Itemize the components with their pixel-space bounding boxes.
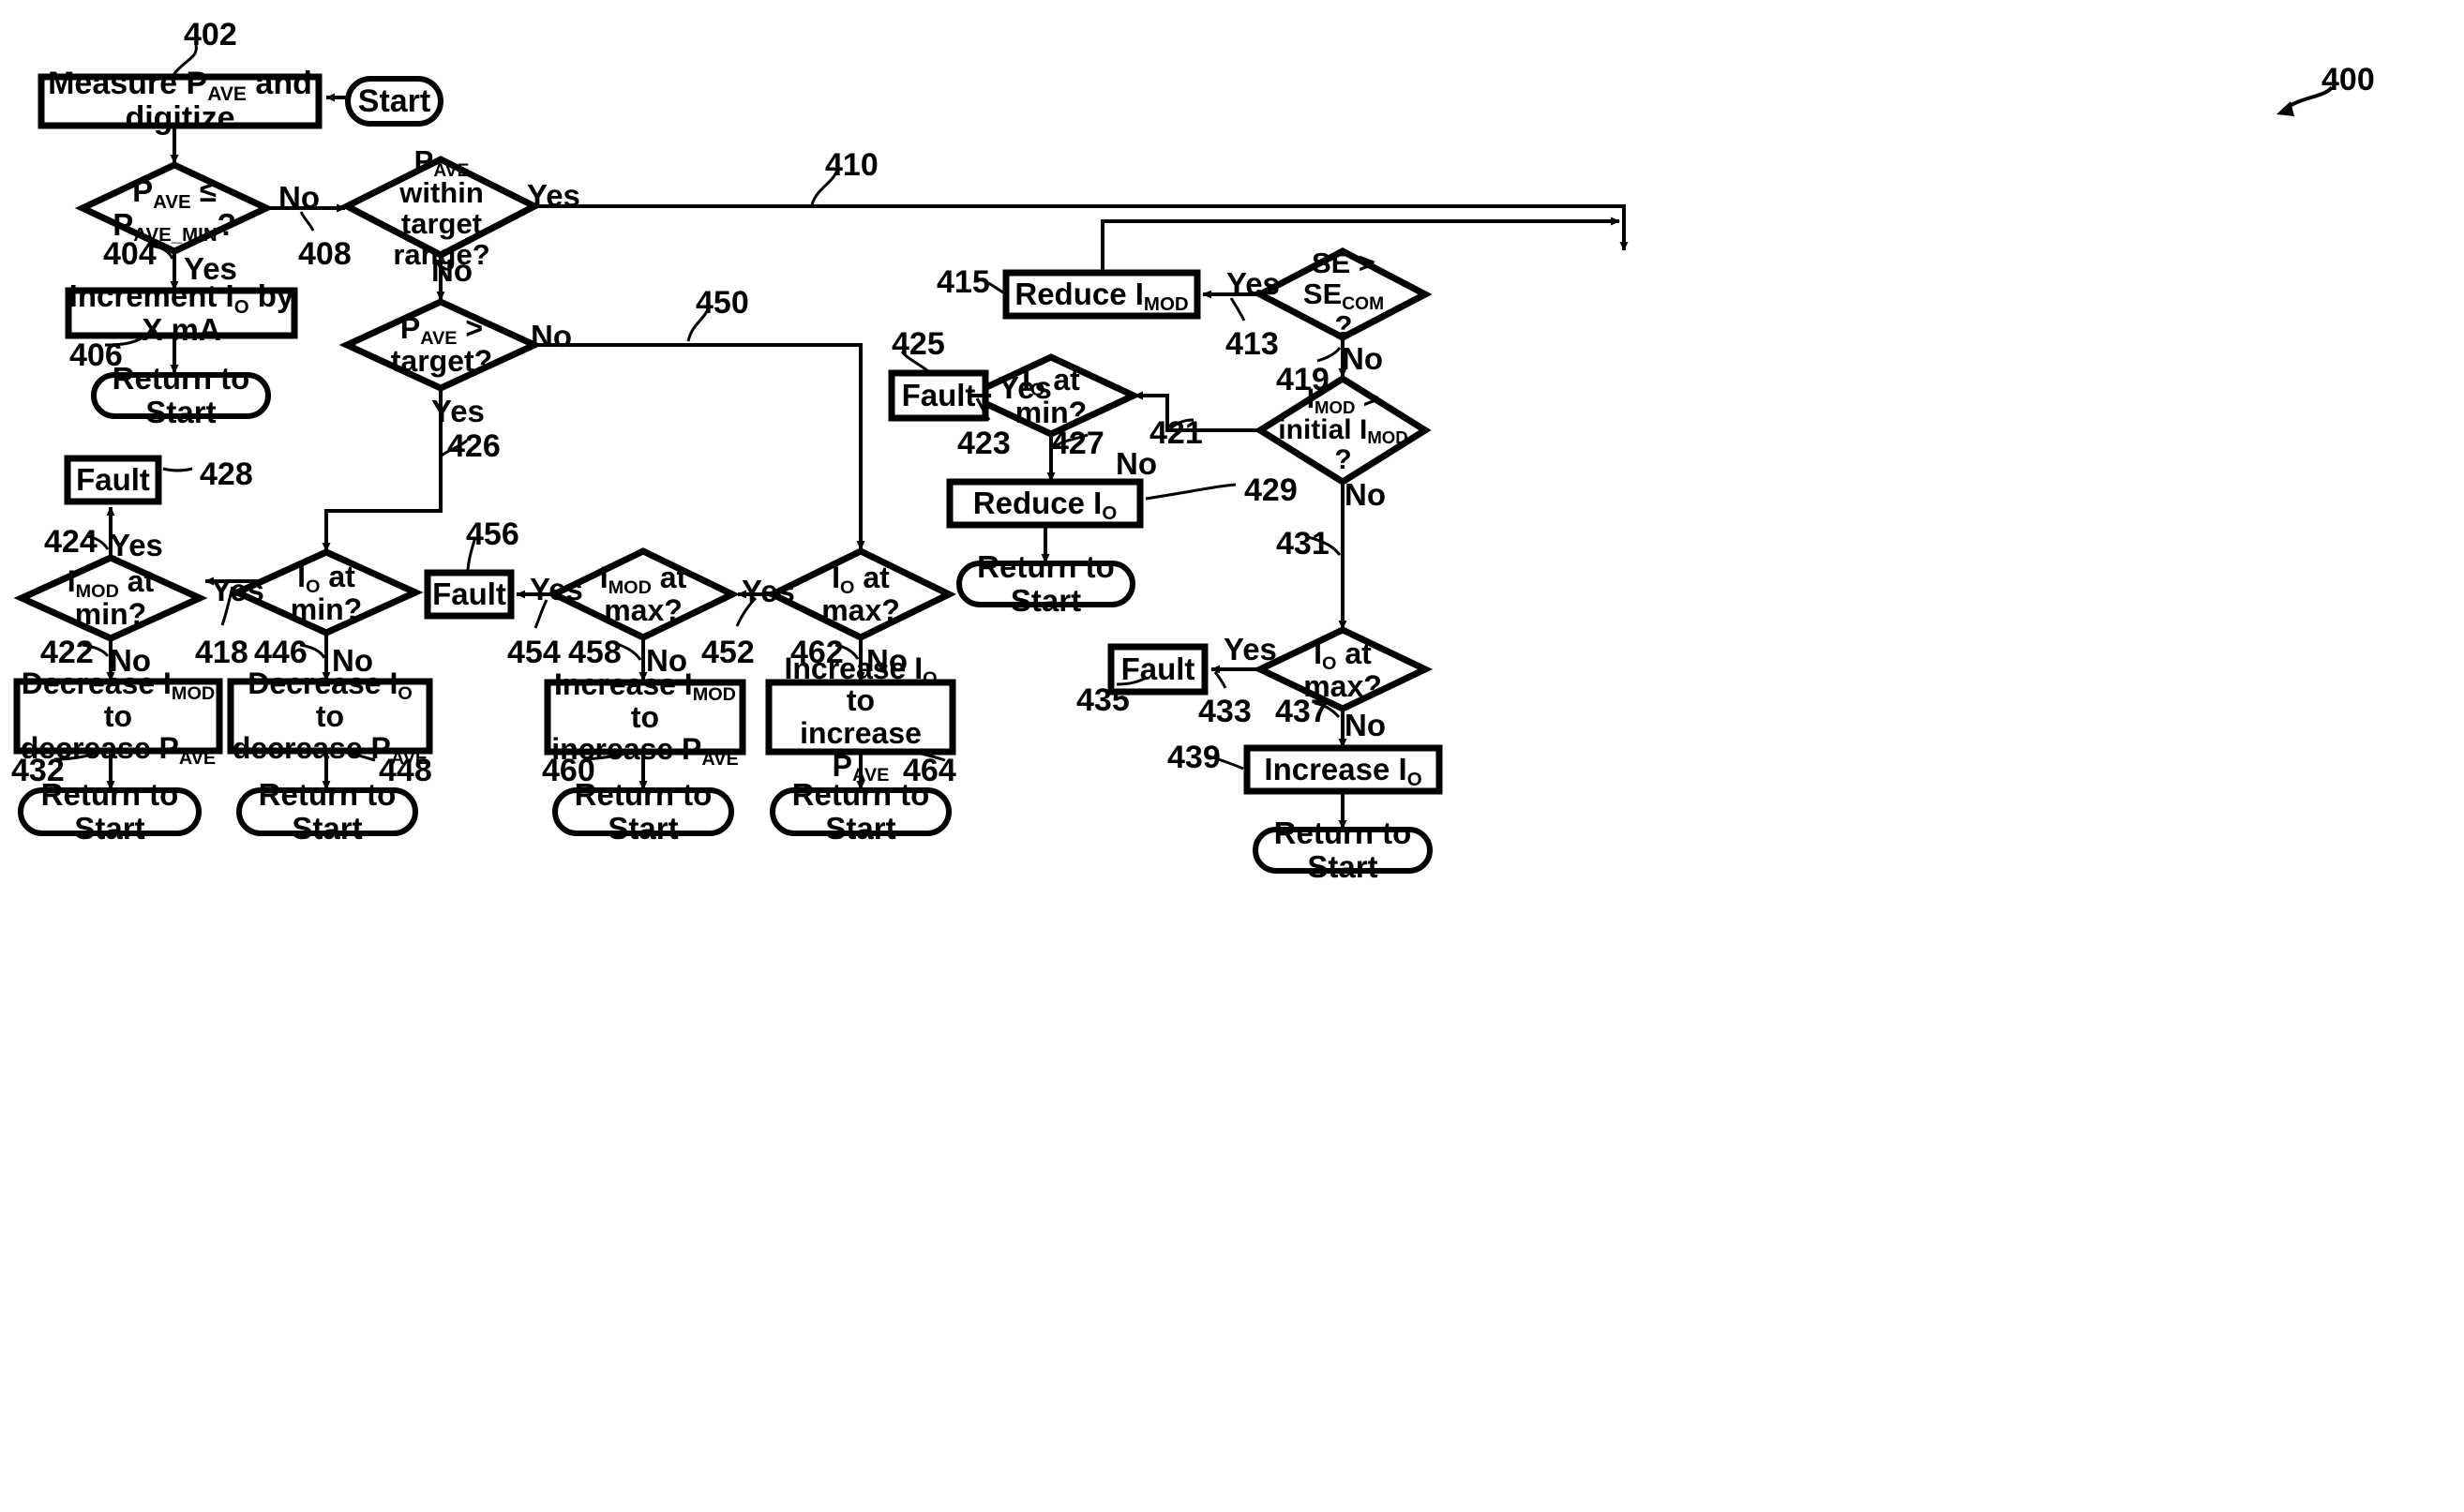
shape-increase-io-left-box [765, 679, 956, 756]
reference-number-410: 410 [825, 147, 879, 183]
reference-number-404: 404 [103, 236, 157, 272]
reference-number-426: 426 [447, 428, 501, 464]
edge-label-no-e10: No [1116, 446, 1157, 481]
reference-number-424: 424 [44, 524, 98, 560]
shape-return-right2 [1253, 827, 1433, 874]
reference-number-413: 413 [1225, 326, 1279, 362]
edge-label-no-e1: No [278, 180, 320, 215]
edge-label-no-e16: No [110, 643, 151, 678]
reference-number-452: 452 [701, 635, 755, 670]
edge-label-yes-e8: Yes [999, 370, 1052, 405]
edge-label-no-e7: No [531, 319, 572, 353]
reference-number-439: 439 [1167, 740, 1221, 775]
edge-label-yes-e15: Yes [742, 574, 795, 608]
reference-number-448: 448 [379, 753, 432, 788]
edge-label-yes-e13: Yes [211, 573, 264, 607]
reference-number-454: 454 [507, 635, 561, 670]
reference-number-435: 435 [1076, 682, 1130, 718]
shape-return-b4 [770, 787, 952, 836]
reference-number-422: 422 [40, 635, 94, 670]
edge-label-no-e21: No [1345, 708, 1386, 742]
shape-start-terminator [345, 76, 443, 127]
reference-number-433: 433 [1198, 694, 1252, 729]
edge-label-no-e6: No [1342, 341, 1383, 376]
edge-label-yes-e12: Yes [110, 528, 163, 562]
edge-label-yes-e3: Yes [184, 251, 237, 286]
reference-number-408: 408 [298, 236, 352, 272]
shape-decision-se [1253, 247, 1433, 341]
edge-label-yes-e2: Yes [527, 178, 580, 213]
reference-number-425: 425 [892, 326, 945, 362]
reference-number-437: 437 [1275, 694, 1329, 729]
shape-fault-428-box [64, 455, 162, 505]
reference-number-462: 462 [790, 635, 844, 670]
reference-number-402: 402 [184, 17, 237, 52]
shape-increase-io-right-box [1243, 744, 1443, 795]
reference-number-419: 419 [1276, 362, 1330, 397]
shape-increase-imod-box [544, 679, 746, 756]
edge-label-no-e17: No [332, 643, 373, 678]
shape-return-b1 [18, 787, 202, 836]
edge-label-yes-e14: Yes [530, 572, 583, 606]
reference-number-464: 464 [903, 753, 956, 788]
reference-number-458: 458 [568, 635, 622, 670]
shape-return-b2 [236, 787, 418, 836]
reference-number-427: 427 [1051, 426, 1104, 461]
shape-decision-pave-gt-target [338, 298, 543, 392]
edge-label-yes-e5: Yes [1226, 266, 1280, 301]
reference-number-431: 431 [1276, 526, 1330, 561]
shape-reduce-imod-box [1002, 269, 1201, 320]
shape-decision-io-max-left [765, 547, 956, 641]
shape-decision-within-target [339, 156, 542, 259]
shape-fault-456-box [424, 569, 515, 620]
edge-label-yes-e9: Yes [431, 394, 485, 428]
reference-number-406: 406 [69, 337, 123, 373]
reference-number-432: 432 [11, 753, 65, 788]
shape-return-right1 [956, 561, 1135, 607]
reference-number-429: 429 [1244, 472, 1298, 508]
edge-label-no-e11: No [1345, 477, 1386, 512]
edge-label-no-e19: No [866, 643, 908, 678]
reference-number-421: 421 [1149, 415, 1203, 451]
shape-increment-io-box [65, 287, 298, 339]
reference-number-400: 400 [2321, 62, 2375, 97]
edge-label-no-e18: No [646, 643, 687, 678]
flowchart-canvas: Measure PAVE and digitize Start PAVE ≤ PA… [0, 0, 2464, 1512]
flowchart-shapes-and-connectors [13, 44, 2334, 874]
shape-reduce-io-box [946, 478, 1144, 529]
shape-decision-imod-min [13, 554, 208, 642]
reference-number-415: 415 [937, 264, 990, 300]
shape-measure-box [38, 73, 323, 129]
shape-decrease-imod-box [13, 678, 223, 755]
edge-label-yes-e20: Yes [1224, 632, 1277, 666]
reference-number-460: 460 [542, 753, 595, 788]
shape-decrease-io-box [227, 678, 433, 755]
edge-label-no-e4: No [431, 253, 473, 288]
shape-return-b3 [552, 787, 734, 836]
reference-number-423: 423 [957, 426, 1011, 461]
shape-return-left1 [91, 372, 271, 419]
reference-number-456: 456 [466, 516, 519, 552]
reference-number-428: 428 [200, 457, 253, 492]
reference-number-450: 450 [696, 285, 749, 321]
reference-number-418: 418 [195, 635, 248, 670]
reference-number-446: 446 [254, 635, 308, 670]
